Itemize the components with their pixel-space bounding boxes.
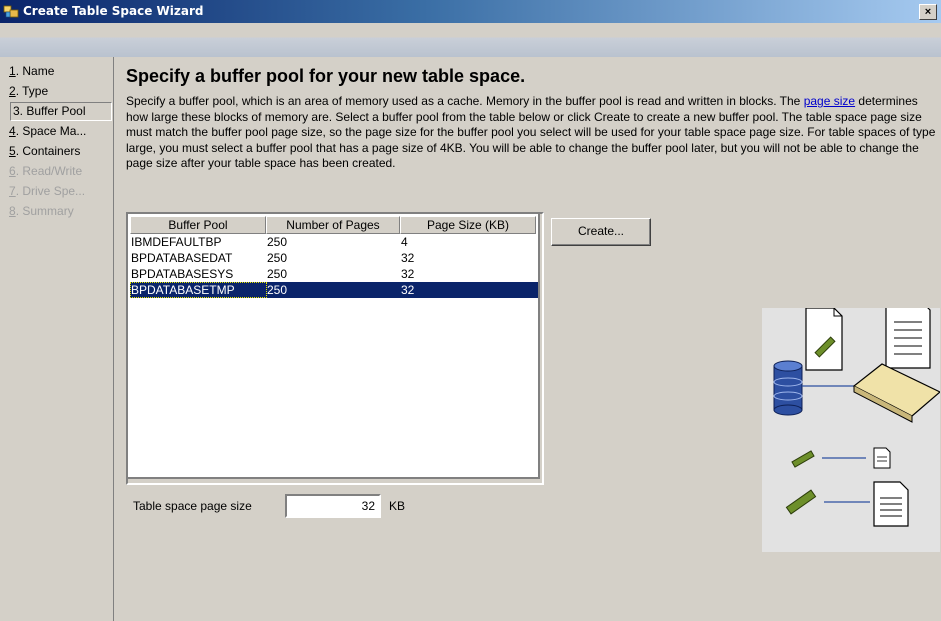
nav-step-label: . Summary [15, 204, 74, 218]
table-row[interactable]: BPDATABASEDAT 250 32 [130, 250, 538, 266]
nav-step-label: . Name [15, 64, 55, 78]
wizard-step-nav: 1. Name 2. Type 3. Buffer Pool 4. Space Ma.… [0, 57, 114, 621]
table-cell: IBMDEFAULTBP [131, 235, 222, 249]
page-size-field[interactable]: 32 [285, 494, 381, 518]
document-icon [873, 447, 891, 469]
nav-step-mnemonic: 5 [9, 144, 16, 158]
memory-chip-icon [791, 450, 815, 468]
nav-step-5[interactable]: 5. Containers [9, 142, 111, 160]
close-button[interactable]: × [919, 4, 937, 20]
buffer-pool-table[interactable]: Buffer Pool Number of Pages Page Size (KB)… [126, 212, 544, 485]
nav-step-label: . Type [15, 84, 49, 98]
create-button-label: Create... [577, 224, 625, 238]
table-cell: 250 [267, 251, 288, 265]
memory-chip-icon [785, 489, 817, 515]
table-cell: 250 [267, 267, 288, 281]
buffer-pool-table-body[interactable]: Buffer Pool Number of Pages Page Size (KB)… [128, 214, 540, 479]
column-header-1[interactable]: Buffer Pool [130, 216, 266, 234]
page-size-unit: KB [389, 499, 406, 513]
page-size-link[interactable]: page size [804, 94, 855, 108]
header-band [0, 24, 941, 57]
table-row[interactable]: BPDATABASETMP 250 32 [130, 282, 538, 298]
document-icon [885, 299, 931, 369]
table-cell: 32 [401, 283, 415, 297]
nav-step-label: . Containers [15, 144, 81, 158]
nav-step-mnemonic: 1 [9, 64, 16, 78]
create-button[interactable]: Create... [551, 218, 651, 246]
page-description: Specify a buffer pool, which is an area … [126, 94, 938, 172]
buffer-pool-illustration [762, 299, 941, 552]
table-row[interactable]: BPDATABASESYS 250 32 [130, 266, 538, 282]
table-cell: 32 [401, 267, 415, 281]
nav-step-8: 8. Summary [9, 202, 111, 220]
column-header-3[interactable]: Page Size (KB) [400, 216, 536, 234]
nav-step-mnemonic: 4 [9, 124, 16, 138]
table-cell: 4 [401, 235, 408, 249]
nav-step-mnemonic: 6 [9, 164, 16, 178]
page-heading: Specify a buffer pool for your new table… [126, 66, 526, 86]
nav-step-label: . Drive Spe... [15, 184, 86, 198]
nav-step-mnemonic: 8 [9, 204, 16, 218]
nav-step-label: 3. Buffer Pool [13, 104, 86, 118]
wizard-app-icon [3, 3, 19, 19]
page-size-label: Table space page size [133, 499, 252, 513]
nav-step-label: . Space Ma... [15, 124, 87, 138]
table-cell: 250 [267, 283, 288, 297]
nav-step-4[interactable]: 4. Space Ma... [9, 122, 111, 140]
table-cell: BPDATABASESYS [131, 267, 234, 281]
table-cell: BPDATABASETMP [130, 282, 267, 298]
database-icon [773, 360, 803, 416]
nav-step-1[interactable]: 1. Name [9, 62, 111, 80]
table-cell: BPDATABASEDAT [131, 251, 233, 265]
nav-step-label: . Read/Write [15, 164, 83, 178]
window-title: Create Table Space Wizard [23, 4, 204, 18]
table-cell: 250 [267, 235, 288, 249]
nav-step-6: 6. Read/Write [9, 162, 111, 180]
nav-step-3[interactable]: 3. Buffer Pool [10, 102, 112, 121]
table-row[interactable]: IBMDEFAULTBP 250 4 [130, 234, 538, 250]
tray-icon [852, 363, 941, 423]
description-text-1: Specify a buffer pool, which is an area … [126, 94, 804, 108]
title-bar: Create Table Space Wizard × [0, 0, 941, 23]
nav-step-7: 7. Drive Spe... [9, 182, 111, 200]
nav-step-mnemonic: 7 [9, 184, 16, 198]
nav-step-mnemonic: 2 [9, 84, 16, 98]
document-icon [873, 481, 909, 527]
column-header-2[interactable]: Number of Pages [266, 216, 400, 234]
close-icon: × [924, 6, 932, 18]
nav-step-2[interactable]: 2. Type [9, 82, 111, 100]
document-icon [805, 307, 843, 371]
table-cell: 32 [401, 251, 415, 265]
